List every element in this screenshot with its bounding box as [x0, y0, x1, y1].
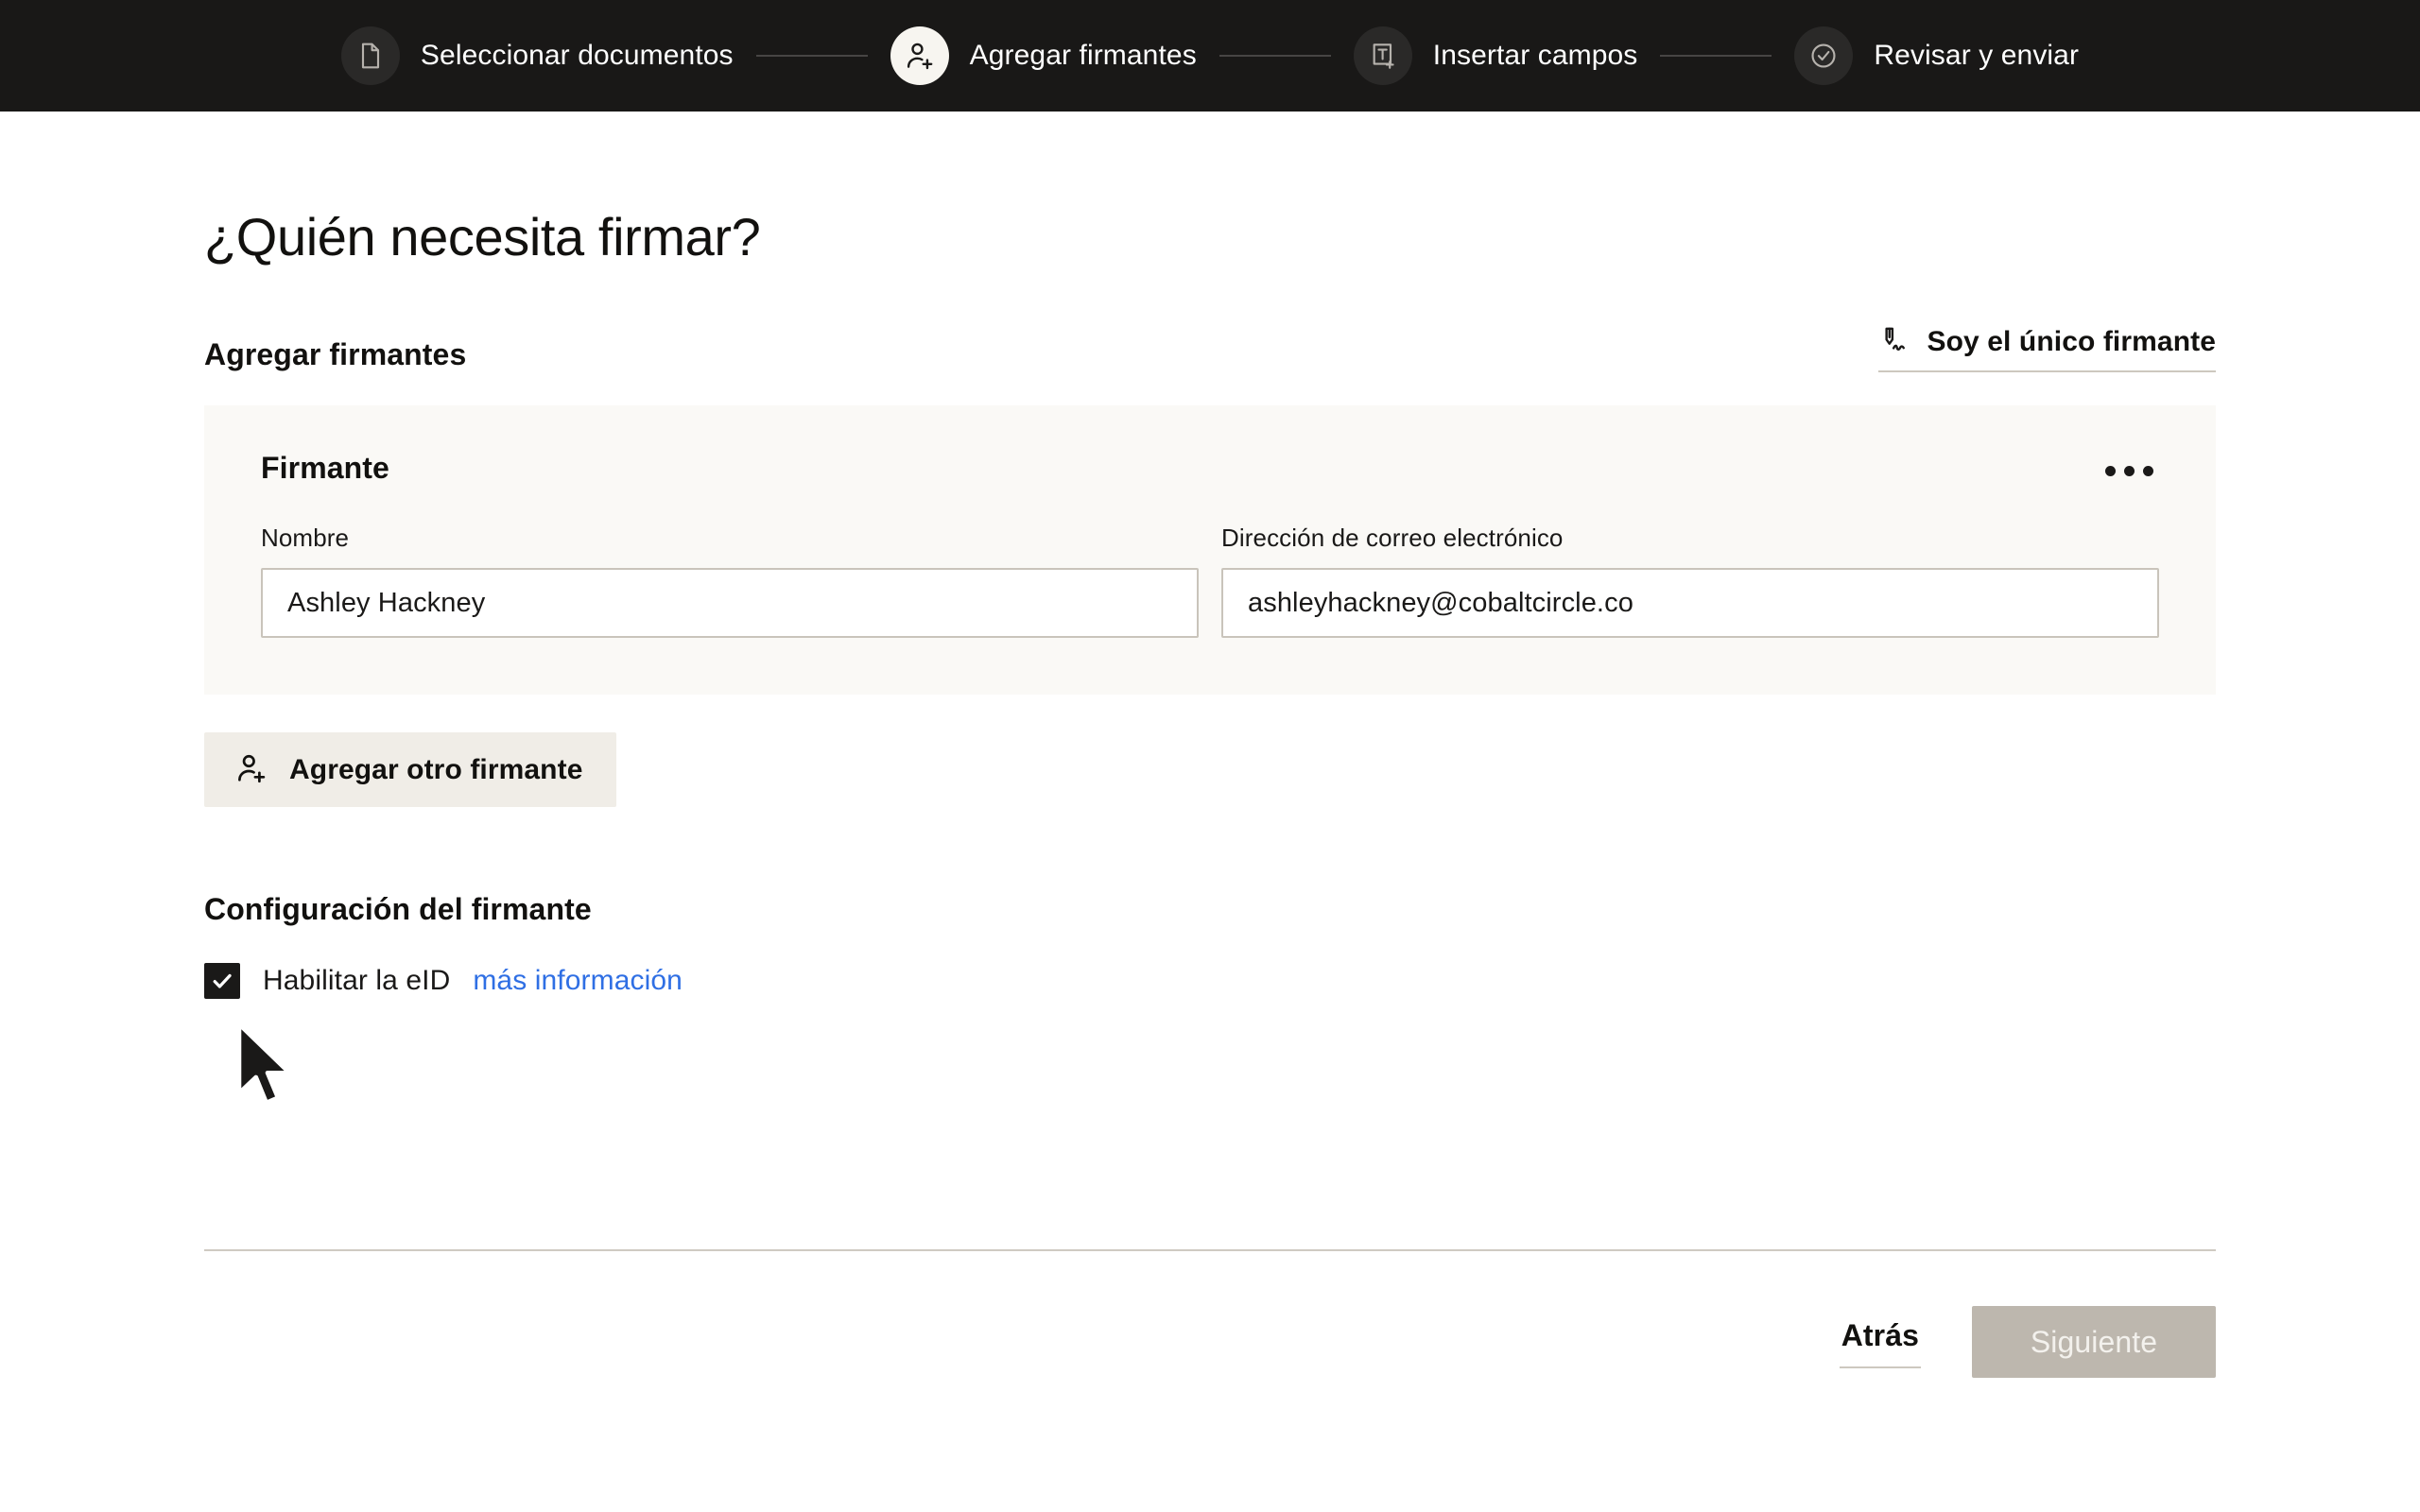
add-signers-heading: Agregar firmantes [204, 337, 467, 371]
signer-fields-row: Nombre Dirección de correo electrónico [261, 524, 2159, 638]
next-button[interactable]: Siguiente [1972, 1306, 2216, 1378]
step-label: Insertar campos [1432, 40, 1638, 71]
check-circle-icon [1794, 26, 1854, 85]
step-label: Seleccionar documentos [420, 40, 734, 71]
step-label: Revisar y enviar [1874, 40, 2080, 71]
eid-checkbox-label: Habilitar la eID [263, 965, 451, 996]
footer-divider [204, 1249, 2216, 1251]
signer-card-title: Firmante [261, 451, 389, 485]
person-add-icon [234, 751, 268, 788]
step-revisar-y-enviar[interactable]: Revisar y enviar [1794, 26, 2079, 85]
kebab-menu-icon[interactable] [2100, 456, 2159, 486]
step-label: Agregar firmantes [969, 40, 1197, 71]
signer-name-label: Nombre [261, 524, 350, 552]
signer-name-input[interactable] [261, 568, 1199, 638]
step-insertar-campos[interactable]: Insertar campos [1353, 26, 1638, 85]
add-another-signer-button[interactable]: Agregar otro firmante [204, 732, 617, 807]
signature-pen-icon [1878, 324, 1910, 359]
step-connector [1660, 55, 1772, 57]
sole-signer-button[interactable]: Soy el único firmante [1877, 324, 2216, 372]
back-button[interactable]: Atrás [1839, 1316, 1921, 1368]
add-another-signer-label: Agregar otro firmante [289, 753, 583, 785]
signer-settings-heading: Configuración del firmante [204, 892, 592, 926]
document-icon [340, 26, 400, 85]
footer-actions: Atrás Siguiente [0, 1306, 2420, 1378]
text-field-add-icon [1353, 26, 1412, 85]
step-connector [1219, 55, 1331, 57]
signer-name-field: Nombre [261, 524, 1199, 638]
signer-card-header: Firmante [261, 451, 2159, 486]
signer-email-label: Dirección de correo electrónico [1221, 524, 1564, 552]
step-connector [755, 55, 868, 57]
eid-more-info-link[interactable]: más información [473, 965, 683, 997]
signer-email-input[interactable] [1221, 568, 2159, 638]
signer-email-field: Dirección de correo electrónico [1221, 524, 2159, 638]
step-seleccionar-documentos[interactable]: Seleccionar documentos [340, 26, 734, 85]
page-title: ¿Quién necesita firmar? [204, 207, 761, 266]
stepper-bar: Seleccionar documentos Agregar firmantes… [0, 0, 2420, 112]
page-content: ¿Quién necesita firmar? Agregar firmante… [0, 206, 2420, 999]
signer-card: Firmante Nombre Dirección de correo elec… [204, 405, 2216, 695]
sole-signer-label: Soy el único firmante [1927, 325, 2216, 357]
eid-checkbox[interactable] [204, 963, 240, 999]
add-signers-header-row: Agregar firmantes Soy el único firmante [204, 324, 2216, 372]
step-agregar-firmantes[interactable]: Agregar firmantes [890, 26, 1197, 85]
person-add-icon [890, 26, 949, 85]
mouse-cursor [234, 1022, 301, 1120]
eid-checkbox-row: Habilitar la eID más información [204, 963, 2216, 999]
